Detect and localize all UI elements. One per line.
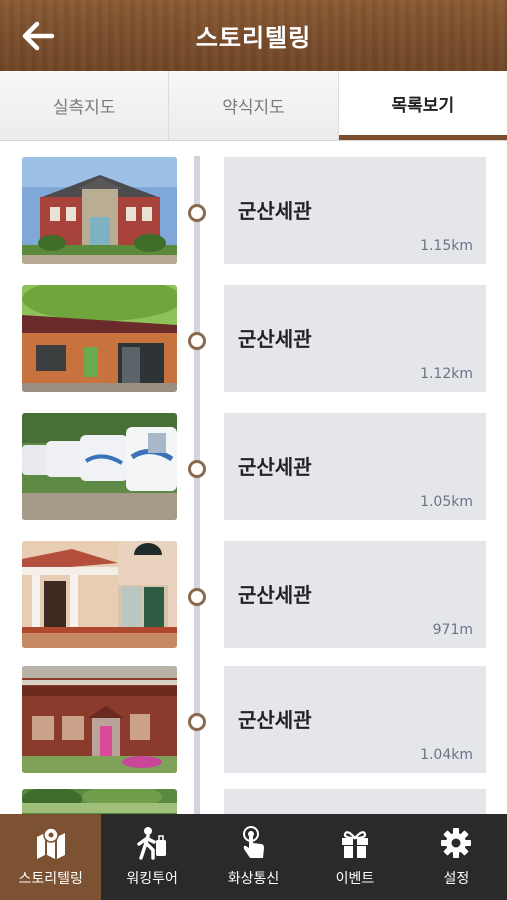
walking-tour-icon (135, 826, 169, 860)
list-item[interactable]: 군산세관 1.12km (0, 285, 507, 393)
gift-icon (338, 826, 372, 860)
place-card[interactable]: 군산세관 1.15km (224, 157, 486, 264)
place-distance: 1.05km (420, 494, 473, 510)
place-distance: 1.15km (420, 238, 473, 254)
place-distance: 1.04km (420, 747, 473, 763)
view-tabs: 실측지도 약식지도 목록보기 (0, 71, 507, 141)
nav-label: 설정 (443, 871, 470, 887)
place-thumbnail (22, 413, 177, 520)
place-thumbnail (22, 157, 177, 264)
page-title: 스토리텔링 (195, 24, 312, 52)
list-item[interactable]: 군산세관 971m (0, 541, 507, 649)
gear-icon (439, 826, 473, 860)
place-card[interactable]: 군산세관 1.05km (224, 413, 486, 520)
place-name: 군산세관 (238, 455, 312, 479)
place-distance: 1.12km (420, 366, 473, 382)
place-card[interactable]: 군산세관 1.04km (224, 666, 486, 773)
timeline-dot (188, 332, 206, 350)
back-button[interactable] (18, 18, 58, 54)
nav-label: 화상통신 (227, 871, 280, 887)
tab-simple-map[interactable]: 약식지도 (169, 71, 339, 140)
nav-storytelling[interactable]: 스토리텔링 (0, 814, 102, 900)
app-header: 스토리텔링 (0, 0, 507, 71)
nav-event[interactable]: 이벤트 (304, 814, 405, 900)
place-name: 군산세관 (238, 583, 312, 607)
place-card[interactable] (224, 789, 486, 814)
place-card[interactable]: 군산세관 971m (224, 541, 486, 648)
place-name: 군산세관 (238, 708, 312, 732)
place-distance: 971m (432, 622, 473, 638)
nav-walking-tour[interactable]: 워킹투어 (101, 814, 202, 900)
place-list: 군산세관 1.15km 군산세관 1.12km 군산세관 1.05km 군산세관… (0, 142, 507, 814)
map-icon (34, 826, 68, 860)
place-card[interactable]: 군산세관 1.12km (224, 285, 486, 392)
timeline-dot (188, 460, 206, 478)
place-thumbnail (22, 285, 177, 392)
place-thumbnail (22, 789, 177, 814)
bottom-nav: 스토리텔링 워킹투어 화상통신 이벤트 설정 (0, 814, 507, 900)
nav-label: 워킹투어 (126, 871, 178, 887)
nav-video-call[interactable]: 화상통신 (203, 814, 304, 900)
timeline-dot (188, 204, 206, 222)
nav-settings[interactable]: 설정 (406, 814, 507, 900)
place-thumbnail (22, 541, 177, 648)
timeline-dot (188, 713, 206, 731)
arrow-left-icon (22, 21, 55, 51)
nav-label: 이벤트 (335, 871, 375, 887)
nav-label: 스토리텔링 (18, 871, 83, 887)
list-item[interactable]: 군산세관 1.15km (0, 157, 507, 265)
list-item[interactable]: 군산세관 1.04km (0, 666, 507, 774)
list-item[interactable] (0, 789, 507, 814)
timeline-dot (188, 588, 206, 606)
tab-list-view[interactable]: 목록보기 (338, 71, 507, 140)
list-item[interactable]: 군산세관 1.05km (0, 413, 507, 521)
place-name: 군산세관 (238, 199, 312, 223)
place-thumbnail (22, 666, 177, 773)
place-name: 군산세관 (238, 327, 312, 351)
touch-call-icon (237, 826, 271, 860)
tab-survey-map[interactable]: 실측지도 (0, 71, 170, 140)
